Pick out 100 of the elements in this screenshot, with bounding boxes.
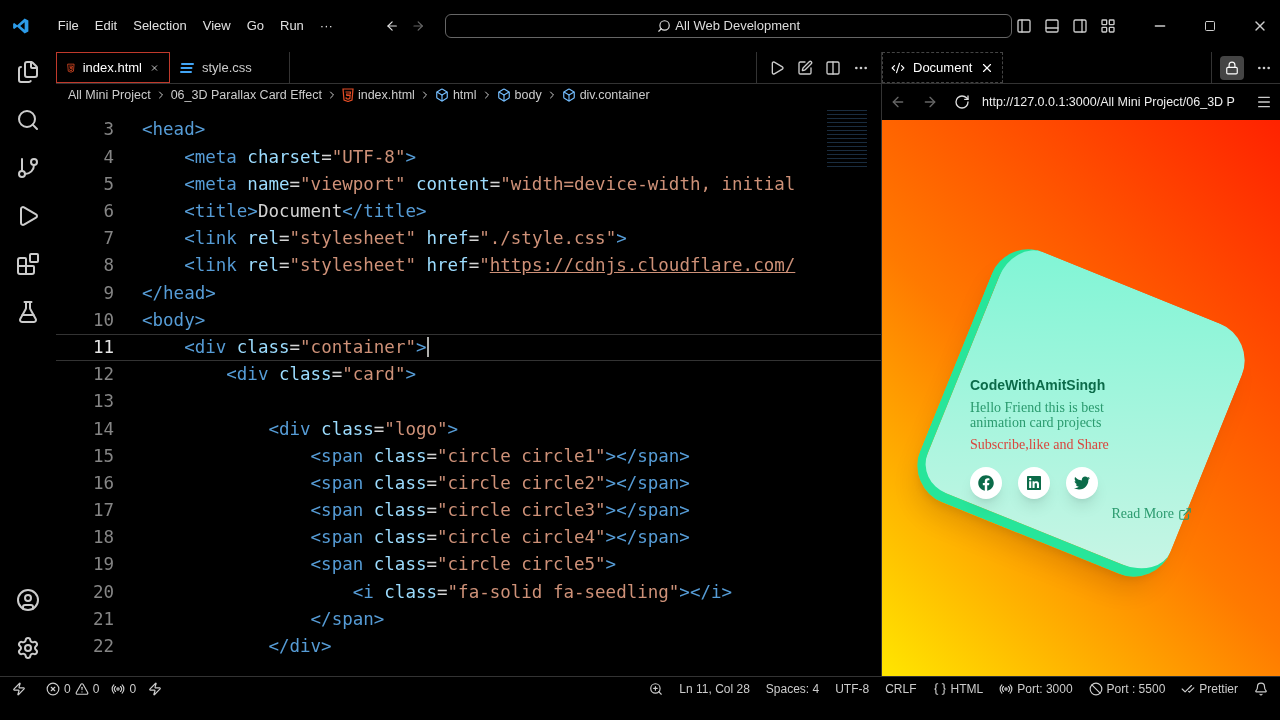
explorer-icon[interactable] bbox=[16, 60, 40, 84]
warning-count[interactable]: 0 bbox=[92, 679, 100, 698]
breadcrumb-item[interactable]: 06_3D Parallax Card Effect bbox=[170, 85, 322, 105]
settings-icon[interactable] bbox=[16, 636, 40, 660]
code-line: <body> bbox=[142, 308, 206, 332]
app-logo-icon bbox=[12, 16, 30, 36]
line-number: 16 bbox=[91, 471, 115, 495]
facebook-icon bbox=[978, 475, 994, 491]
code-line: </head> bbox=[142, 281, 216, 305]
line-number: 15 bbox=[91, 444, 115, 468]
line-number: 13 bbox=[91, 390, 115, 414]
card-text: Hello Friend this is best animation card projects bbox=[970, 400, 1105, 430]
back-arrow-icon[interactable] bbox=[384, 18, 400, 34]
status-item[interactable]: Port: 3000 bbox=[1017, 679, 1073, 698]
toggle-sidebar-icon[interactable] bbox=[1016, 18, 1032, 34]
code-line: <span class="circle circle4"></span> bbox=[309, 526, 690, 550]
preview-icon[interactable] bbox=[797, 59, 813, 76]
code-line: <span class="circle circle5"> bbox=[309, 553, 617, 577]
code-line: <div class="logo"> bbox=[267, 417, 459, 441]
reload-icon[interactable] bbox=[954, 94, 970, 110]
tab-label: index.html bbox=[82, 58, 142, 77]
line-number: 22 bbox=[91, 635, 115, 659]
line-number: 8 bbox=[102, 254, 115, 278]
html-file-icon bbox=[67, 60, 75, 75]
search-icon bbox=[657, 19, 672, 33]
menu-item[interactable]: Selection bbox=[125, 12, 195, 40]
code-line: <span class="circle circle1"></span> bbox=[309, 444, 690, 468]
menu-icon[interactable] bbox=[1256, 94, 1272, 110]
code-line: <meta name="viewport" content="width=device-width, initial bbox=[183, 172, 796, 196]
menu-item[interactable]: Go bbox=[238, 12, 272, 40]
tab-label: style.css bbox=[202, 58, 252, 77]
editor-tab[interactable]: index.html bbox=[56, 52, 170, 83]
text-cursor bbox=[426, 337, 429, 358]
code-line: <span class="circle circle2"></span> bbox=[309, 471, 690, 495]
toggle-panel-icon[interactable] bbox=[1044, 18, 1060, 34]
element-icon bbox=[561, 88, 576, 102]
command-center[interactable]: All Web Development bbox=[445, 14, 1012, 38]
search-icon[interactable] bbox=[16, 108, 40, 132]
breadcrumb-item[interactable]: html bbox=[452, 85, 477, 105]
split-editor-icon[interactable] bbox=[825, 59, 841, 76]
braces-icon bbox=[932, 681, 947, 696]
code-line: </span> bbox=[309, 607, 385, 631]
antenna-icon bbox=[111, 681, 126, 696]
menu-item[interactable]: Edit bbox=[86, 12, 126, 40]
remote-icon[interactable] bbox=[12, 681, 26, 696]
status-item[interactable]: Spaces: 4 bbox=[765, 679, 820, 698]
editor-tab[interactable]: style.css bbox=[170, 52, 290, 83]
line-number: 10 bbox=[91, 308, 115, 332]
line-number: 20 bbox=[91, 580, 115, 604]
external-link-icon bbox=[1178, 506, 1192, 521]
code-line: </div> bbox=[267, 635, 332, 659]
code-line: <div class="card"> bbox=[225, 363, 416, 387]
breadcrumb-item[interactable]: index.html bbox=[357, 85, 415, 105]
browser-tab[interactable]: Document bbox=[882, 52, 1004, 83]
menu-item[interactable]: File bbox=[49, 12, 87, 40]
menu-item[interactable]: ··· bbox=[311, 12, 341, 40]
status-item[interactable]: Ln 11, Col 28 bbox=[679, 679, 750, 698]
menu-item[interactable]: View bbox=[194, 12, 239, 40]
status-item[interactable]: Prettier bbox=[1199, 679, 1238, 698]
ports-count[interactable]: 0 bbox=[129, 679, 137, 698]
linkedin-icon bbox=[1026, 475, 1042, 491]
extensions-icon[interactable] bbox=[16, 252, 40, 276]
line-number: 14 bbox=[91, 417, 115, 441]
run-icon[interactable] bbox=[769, 59, 785, 76]
breadcrumb-item[interactable]: body bbox=[514, 85, 542, 105]
lightning-icon[interactable] bbox=[148, 681, 163, 696]
breadcrumb-item[interactable]: All Mini Project bbox=[68, 85, 151, 105]
lock-button[interactable] bbox=[1220, 55, 1244, 80]
source-control-icon[interactable] bbox=[16, 156, 40, 180]
tab-label: Document bbox=[913, 58, 973, 77]
status-item[interactable]: CRLF bbox=[885, 679, 917, 698]
html-file-icon bbox=[341, 88, 354, 102]
document-icon bbox=[891, 60, 905, 75]
status-item[interactable]: Port : 5500 bbox=[1106, 679, 1166, 698]
line-number: 21 bbox=[91, 607, 115, 631]
restore-icon[interactable] bbox=[1204, 20, 1216, 32]
code-line: <link rel="stylesheet" href="./style.css"> bbox=[183, 227, 627, 251]
error-count[interactable]: 0 bbox=[64, 679, 71, 698]
antenna-icon bbox=[999, 681, 1014, 696]
zoom-icon[interactable] bbox=[649, 681, 664, 696]
code-line: <link rel="stylesheet" href="https://cdnjs.cloudflare.com/ bbox=[183, 254, 796, 278]
breadcrumb-item[interactable]: div.container bbox=[579, 85, 650, 105]
url-field[interactable]: http://127.0.0.1:3000/All Mini Project/06_3D P bbox=[982, 92, 1235, 112]
line-number: 18 bbox=[91, 526, 115, 550]
code-line: <span class="circle circle3"></span> bbox=[309, 499, 690, 523]
status-item[interactable]: UTF-8 bbox=[835, 679, 870, 698]
line-number: 19 bbox=[91, 553, 115, 577]
line-number: 12 bbox=[91, 363, 115, 387]
status-item[interactable]: HTML bbox=[950, 679, 984, 698]
notification-icon[interactable] bbox=[1254, 681, 1268, 696]
flask-icon[interactable] bbox=[16, 300, 40, 324]
forward-arrow-icon[interactable] bbox=[411, 18, 426, 34]
toggle-secondary-sidebar-icon[interactable] bbox=[1072, 18, 1088, 34]
line-number: 11 bbox=[91, 335, 115, 359]
layout-icon[interactable] bbox=[1100, 18, 1116, 34]
element-icon bbox=[496, 88, 511, 102]
menu-item[interactable]: Run bbox=[272, 12, 312, 40]
card-cta: Subscribe,like and Share bbox=[970, 436, 1110, 454]
account-icon[interactable] bbox=[16, 588, 40, 612]
line-number: 6 bbox=[102, 200, 115, 224]
